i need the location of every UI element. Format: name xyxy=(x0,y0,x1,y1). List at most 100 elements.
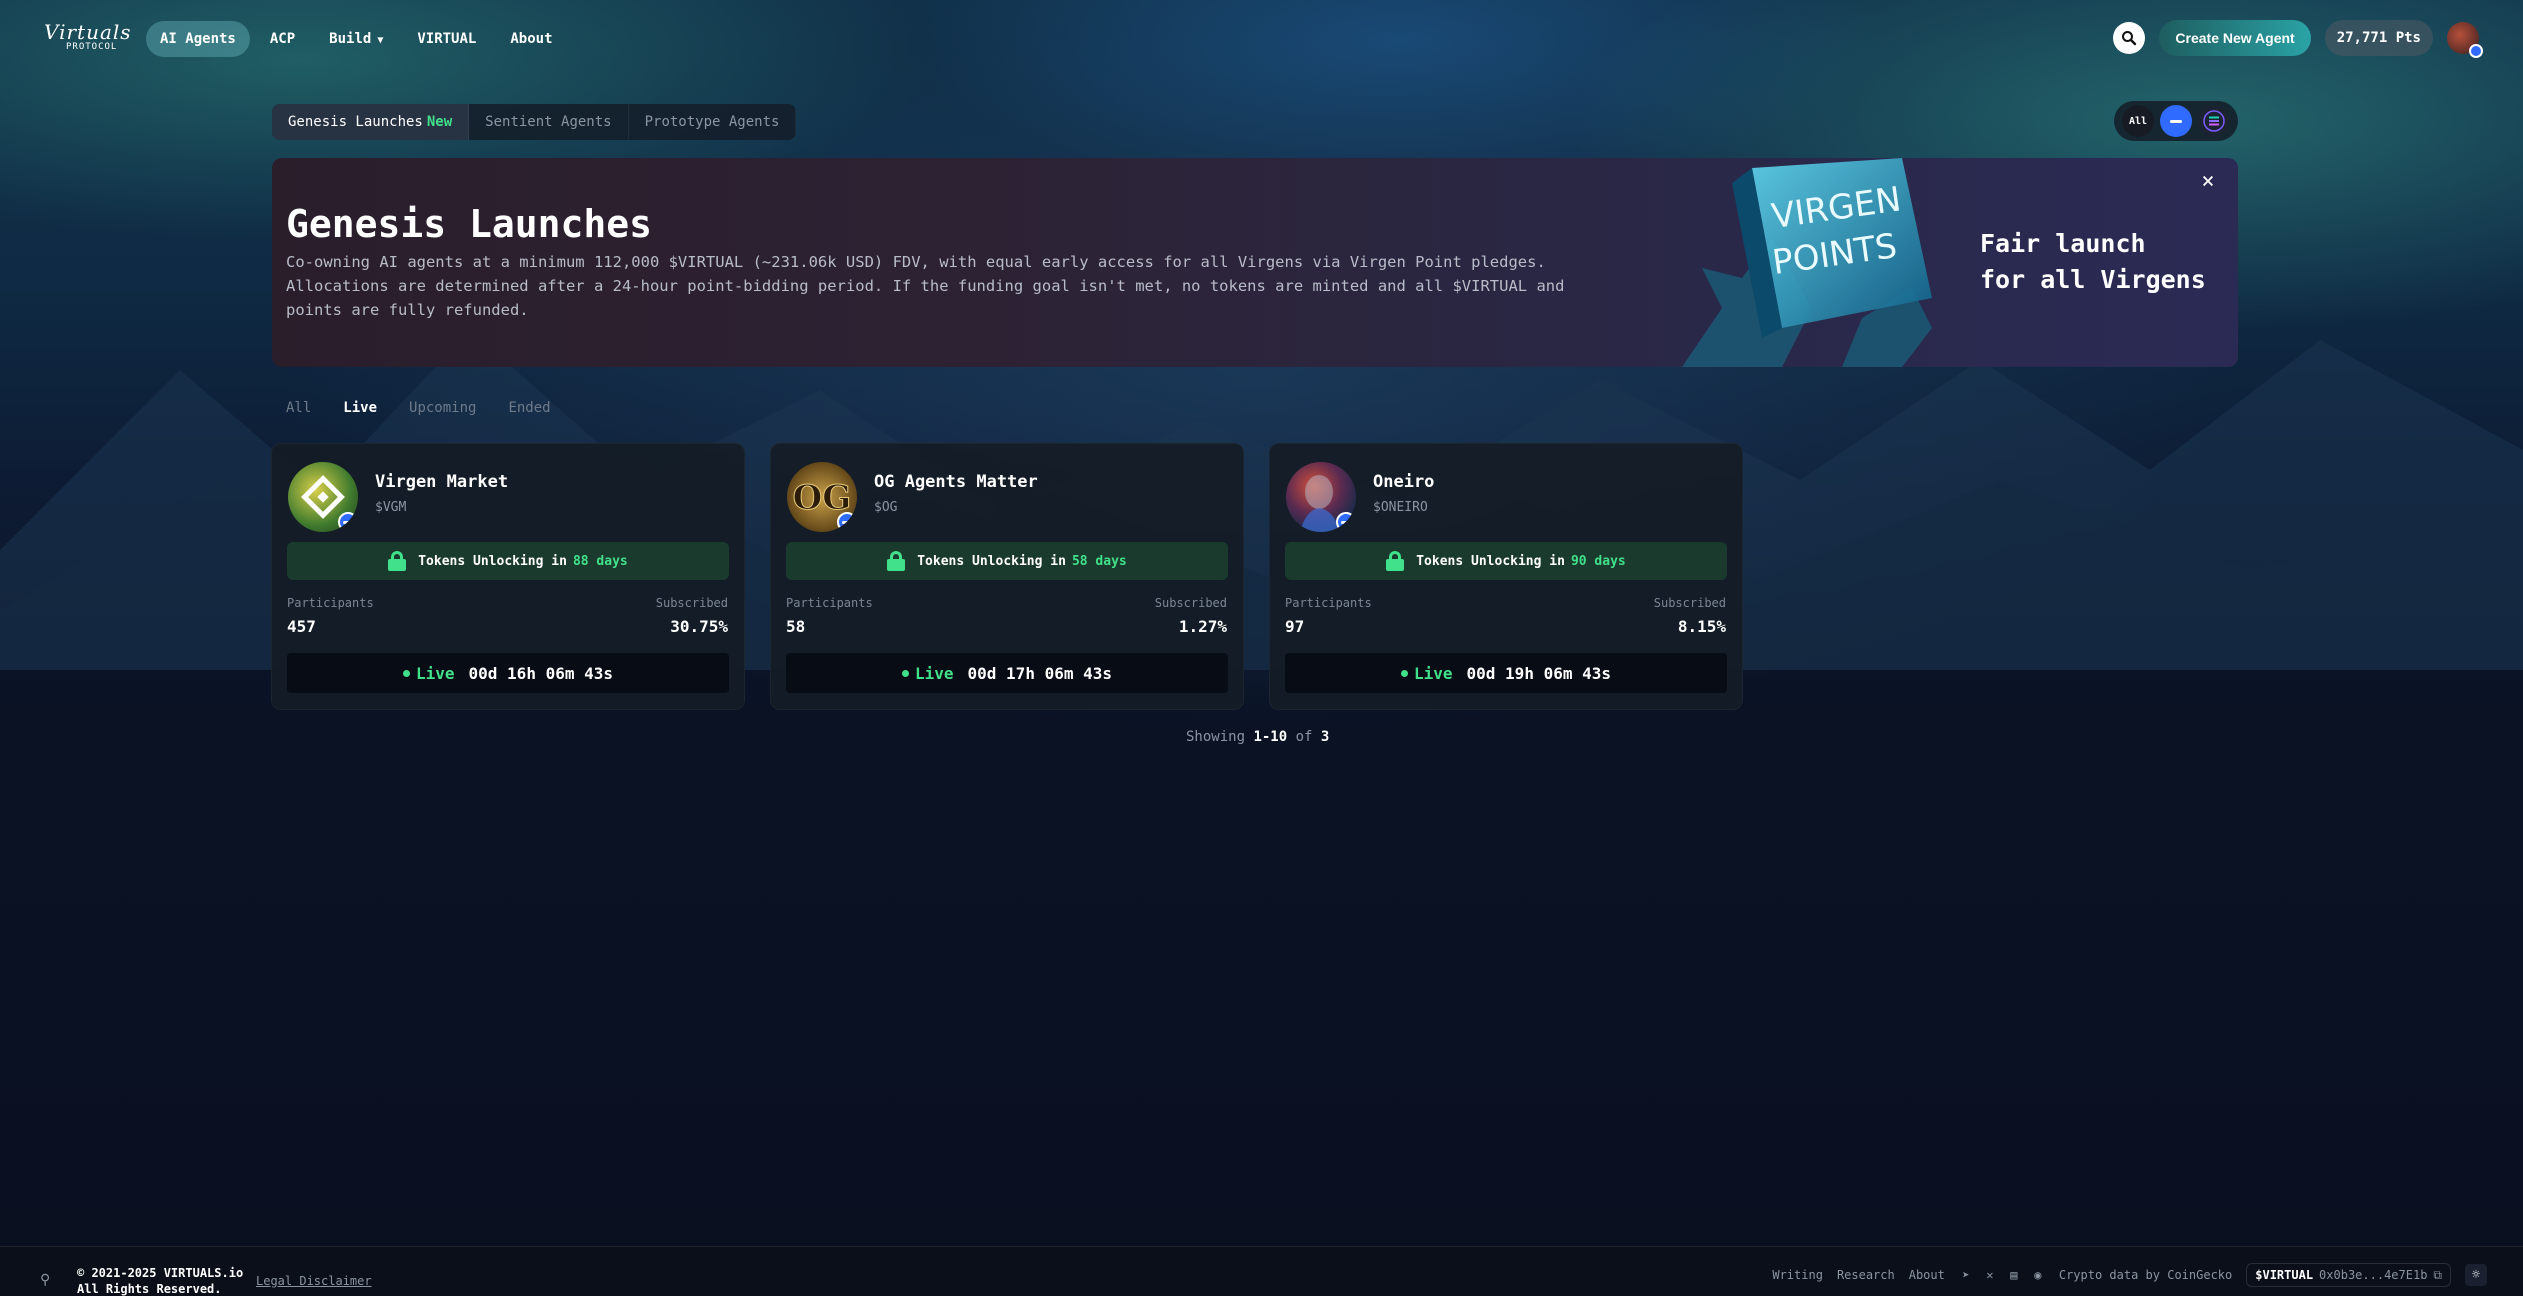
agent-avatar xyxy=(288,462,358,532)
live-status: Live xyxy=(415,663,455,683)
live-dot xyxy=(1400,669,1408,677)
participants-value: 58 xyxy=(786,617,806,636)
nav-build-label: Build xyxy=(329,31,372,47)
subscribed-label: Subscribed xyxy=(655,596,728,610)
filter-live[interactable]: Live xyxy=(343,400,377,416)
unlock-days: 88 days xyxy=(572,553,628,569)
copy-icon[interactable]: ⧉ xyxy=(2433,1268,2442,1283)
base-chain-icon xyxy=(2170,119,2182,123)
filter-all[interactable]: All xyxy=(286,400,311,416)
unlock-text: Tokens Unlocking in xyxy=(418,553,567,569)
copyright: © 2021-2025 VIRTUALS.io All Rights Reser… xyxy=(77,1265,243,1296)
points-badge[interactable]: 27,771 Pts xyxy=(2324,20,2433,56)
chevron-down-icon: ▼ xyxy=(377,35,384,46)
participants-value: 457 xyxy=(287,617,316,636)
lock-icon xyxy=(887,551,906,571)
unlock-text: Tokens Unlocking in xyxy=(1416,553,1565,569)
lock-icon xyxy=(388,551,407,571)
countdown-timer: 00d 17h 06m 43s xyxy=(967,663,1113,683)
pagination-prefix: Showing xyxy=(1186,729,1246,745)
footer-link-writing[interactable]: Writing xyxy=(1772,1268,1823,1282)
virtuals-logo[interactable]: Virtuals PROTOCOL xyxy=(44,22,134,58)
coingecko-icon[interactable]: ◉ xyxy=(2031,1268,2045,1282)
agent-ticker: $ONEIRO xyxy=(1373,500,1428,515)
coingecko-credit[interactable]: Crypto data by CoinGecko xyxy=(2059,1268,2232,1282)
tab-prototype-agents[interactable]: Prototype Agents xyxy=(629,104,797,140)
tab-genesis-launches[interactable]: Genesis Launches New xyxy=(272,104,470,140)
base-chain-icon xyxy=(2469,44,2483,58)
agent-card[interactable]: Virgen Market $VGM Tokens Unlocking in 88… xyxy=(271,443,745,710)
agent-card[interactable]: Oneiro $ONEIRO Tokens Unlocking in 90 day… xyxy=(1269,443,1743,710)
virgen-points-art: VIRGEN POINTS xyxy=(1682,158,1932,367)
filter-ended[interactable]: Ended xyxy=(508,400,550,416)
legal-disclaimer-link[interactable]: Legal Disclaimer xyxy=(256,1274,372,1288)
copyright-line-1: © 2021-2025 VIRTUALS.io xyxy=(77,1266,244,1280)
banner-description: Co-owning AI agents at a minimum 112,000… xyxy=(286,253,1565,319)
participants-label: Participants xyxy=(1285,596,1372,610)
live-dot xyxy=(402,669,410,677)
close-icon[interactable]: × xyxy=(2196,170,2220,194)
new-badge: New xyxy=(426,114,453,130)
token-symbol: $VIRTUAL xyxy=(2255,1268,2314,1282)
nav-virtual[interactable]: VIRTUAL xyxy=(403,21,490,57)
nav-acp[interactable]: ACP xyxy=(256,21,309,57)
chain-filter-all[interactable]: All xyxy=(2122,105,2154,137)
unlock-text: Tokens Unlocking in xyxy=(917,553,1066,569)
category-tabs: Genesis Launches New Sentient Agents Prot… xyxy=(272,104,797,140)
unlock-banner: Tokens Unlocking in 58 days xyxy=(786,542,1228,580)
agent-card[interactable]: OG OG Agents Matter $OG Tokens Unlocking… xyxy=(770,443,1244,710)
chain-filter: All xyxy=(2114,101,2238,141)
agent-avatar xyxy=(1286,462,1356,532)
logo-wordmark: Virtuals xyxy=(44,20,132,44)
x-icon[interactable]: ✕ xyxy=(1983,1268,1997,1282)
tagline-line-1: Fair launch xyxy=(1980,229,2146,258)
tab-sentient-agents[interactable]: Sentient Agents xyxy=(469,104,629,140)
create-new-agent-button[interactable]: Create New Agent xyxy=(2159,20,2311,56)
token-address: 0x0b3e...4e7E1b xyxy=(2319,1268,2428,1282)
agent-ticker: $VGM xyxy=(375,500,407,515)
agent-name: OG Agents Matter xyxy=(874,472,1038,492)
agent-name: Virgen Market xyxy=(375,472,509,492)
pagination-range: 1-10 xyxy=(1253,729,1288,745)
search-icon xyxy=(2122,31,2137,46)
chain-filter-solana[interactable] xyxy=(2198,105,2230,137)
nav-about[interactable]: About xyxy=(496,21,566,57)
live-status: Live xyxy=(1413,663,1453,683)
pagination-summary: Showing 1-10 of 3 xyxy=(1186,729,1329,745)
countdown-timer: 00d 19h 06m 43s xyxy=(1466,663,1612,683)
participants-label: Participants xyxy=(786,596,873,610)
nav-ai-agents[interactable]: AI Agents xyxy=(146,21,250,57)
virtual-token-address[interactable]: $VIRTUAL 0x0b3e...4e7E1b ⧉ xyxy=(2246,1263,2451,1287)
user-avatar[interactable] xyxy=(2447,22,2483,58)
unlock-banner: Tokens Unlocking in 88 days xyxy=(287,542,729,580)
footer-link-about[interactable]: About xyxy=(1909,1268,1945,1282)
tagline-line-2: for all Virgens xyxy=(1980,265,2206,294)
base-chain-icon xyxy=(837,512,857,532)
participants-value: 97 xyxy=(1285,617,1305,636)
genesis-cards: Virgen Market $VGM Tokens Unlocking in 88… xyxy=(271,443,1743,710)
copyright-line-2: All Rights Reserved. xyxy=(77,1282,222,1296)
subscribed-value: 8.15% xyxy=(1677,617,1726,636)
subscribed-value: 1.27% xyxy=(1178,617,1227,636)
filter-upcoming[interactable]: Upcoming xyxy=(409,400,476,416)
countdown-timer: 00d 16h 06m 43s xyxy=(468,663,614,683)
agent-name: Oneiro xyxy=(1373,472,1435,492)
search-button[interactable] xyxy=(2113,22,2146,54)
unlock-days: 90 days xyxy=(1570,553,1626,569)
base-chain-icon xyxy=(1336,512,1356,532)
nav-actions: Create New Agent 27,771 Pts xyxy=(2113,20,2483,58)
nav-links: AI Agents ACP Build ▼ VIRTUAL About xyxy=(146,20,567,58)
subscribed-label: Subscribed xyxy=(1653,596,1726,610)
docs-icon[interactable]: ▤ xyxy=(2007,1268,2021,1282)
nav-build[interactable]: Build ▼ xyxy=(315,21,397,57)
agent-ticker: $OG xyxy=(874,500,898,515)
footer-logo-icon[interactable]: ⚲ xyxy=(40,1272,50,1288)
subscribed-value: 30.75% xyxy=(670,617,728,636)
lock-icon xyxy=(1386,551,1405,571)
footer-link-research[interactable]: Research xyxy=(1837,1268,1895,1282)
banner-tagline: Fair launch for all Virgens xyxy=(1980,226,2206,298)
sun-icon[interactable]: ☼ xyxy=(2465,1264,2487,1286)
chain-filter-base[interactable] xyxy=(2160,105,2192,137)
telegram-icon[interactable]: ➤ xyxy=(1959,1268,1973,1282)
footer-right: Writing Research About ➤ ✕ ▤ ◉ Crypto da… xyxy=(1772,1263,2487,1287)
